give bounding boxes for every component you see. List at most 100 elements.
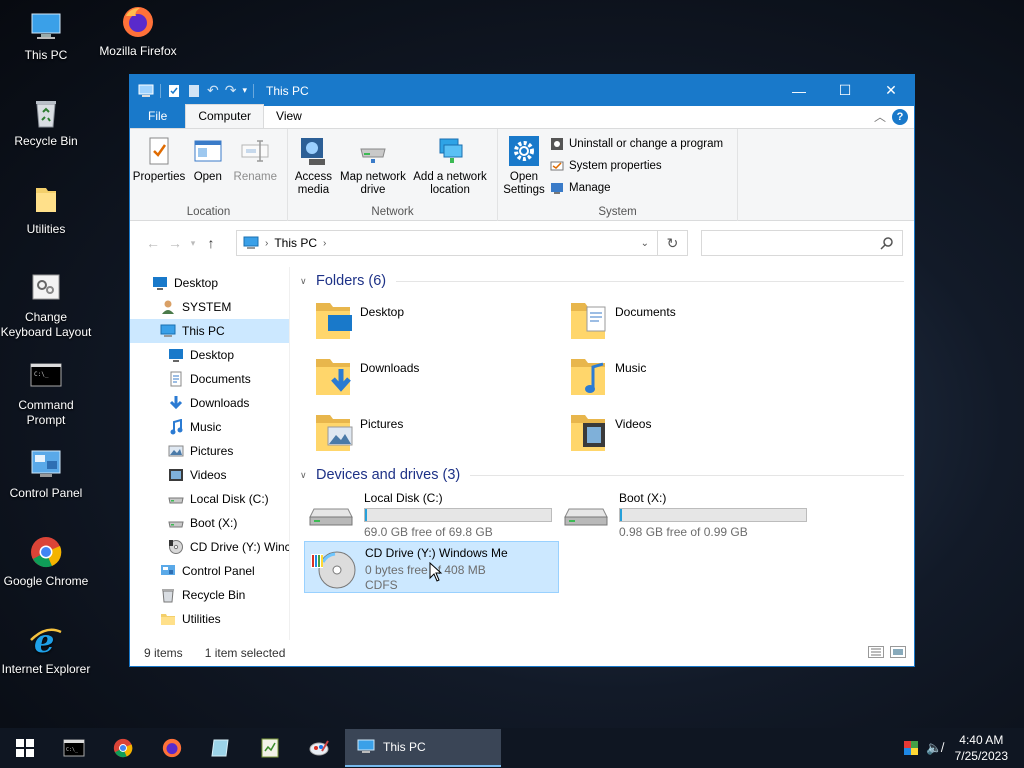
refresh-icon[interactable]: ↻ [658,230,688,256]
taskbar-app-notes[interactable] [196,728,245,768]
folder-label: Desktop [360,305,405,319]
nav-item[interactable]: Utilities [130,607,289,631]
undo-icon[interactable]: ↶ [207,82,219,99]
desktop-icon-label: This PC [24,48,68,62]
start-button[interactable] [0,728,49,768]
large-icons-view-icon[interactable] [890,646,906,658]
this-pc-icon [138,84,154,97]
taskbar-firefox[interactable] [147,728,196,768]
close-button[interactable]: ✕ [868,75,914,106]
volume-muted-icon[interactable]: 🔈̸ [926,740,942,756]
tab-view[interactable]: View [264,105,314,128]
nav-item-label: Boot (X:) [190,516,238,530]
customize-qa-icon[interactable]: ▾ [242,85,247,96]
recent-locations-icon[interactable]: ▾ [186,238,200,249]
uninstall-program-button[interactable]: Uninstall or change a program [550,136,723,152]
nav-item[interactable]: Boot (X:) [130,511,289,535]
nav-item[interactable]: This PC [130,319,289,343]
folder-icon [161,614,175,625]
address-dropdown-icon[interactable]: ⌄ [641,238,649,249]
cmd-icon: C:\_ [63,739,84,757]
desktop-icon-control-panel[interactable]: Control Panel [0,446,92,501]
nav-item[interactable]: Local Disk (C:) [130,487,289,511]
system-properties-button[interactable]: System properties [550,158,723,174]
color-display-icon[interactable] [904,741,919,755]
desktop-icon-cmd[interactable]: C:\_ Command Prompt [0,358,92,428]
tab-computer[interactable]: Computer [185,104,265,128]
address-bar[interactable]: › This PC › ⌄ [236,230,658,256]
taskbar-app-paint[interactable] [294,728,343,768]
drive-grid: Local Disk (C:) 69.0 GB free of 69.8 GB Bo… [300,487,914,593]
drive-item[interactable]: Boot (X:) 0.98 GB free of 0.99 GB [559,487,814,541]
desktop-icon-recycle-bin[interactable]: Recycle Bin [0,94,92,149]
desktop-icon-keyboard-layout[interactable]: Change Keyboard Layout [0,270,92,340]
folders-section-header[interactable]: ∨ Folders (6) [300,269,914,293]
new-folder-quick-icon[interactable] [187,84,201,98]
title-bar[interactable]: ↶ ↷ ▾ This PC — ☐ ✕ [130,75,914,106]
nav-item[interactable]: Downloads [130,391,289,415]
folder-item[interactable]: Pictures [314,405,569,461]
properties-quick-icon[interactable] [167,84,181,98]
drive-free-space: 69.0 GB free of 69.8 GB [364,525,493,539]
videos-icon [169,469,183,481]
breadcrumb-chevron-icon[interactable]: › [323,238,326,249]
desktop-icon-ie[interactable]: e Internet Explorer [0,622,92,677]
collapse-ribbon-icon[interactable]: ︿ [874,108,886,125]
chrome-icon [113,738,132,758]
cd-drive-icon [311,551,356,589]
breadcrumb[interactable]: This PC [274,236,317,250]
nav-item-label: Control Panel [182,564,255,578]
details-view-icon[interactable] [868,646,884,658]
manage-button[interactable]: Manage [550,180,723,196]
nav-item[interactable]: Videos [130,463,289,487]
nav-item[interactable]: Desktop [130,271,289,295]
minimize-button[interactable]: — [776,75,822,106]
content-area: Desktop SYSTEM This PC Desktop Documents Down… [130,267,914,640]
forward-arrow-icon[interactable]: → [164,235,186,251]
desktop-icon-chrome[interactable]: Google Chrome [0,534,92,589]
group-label-network: Network [371,206,414,218]
nav-item[interactable]: Pictures [130,439,289,463]
add-network-location-label: Add a network location [413,171,487,196]
nav-item-label: This PC [182,324,225,338]
drives-section-header[interactable]: ∨ Devices and drives (3) [300,463,914,487]
help-icon[interactable]: ? [892,109,908,125]
nav-item[interactable]: Desktop [130,343,289,367]
search-input[interactable] [701,230,903,256]
clock[interactable]: 4:40 AM 7/25/2023 [955,732,1008,764]
desktop-icon-utilities[interactable]: Utilities [0,182,92,237]
desktop-icon-firefox[interactable]: Mozilla Firefox [92,4,184,59]
nav-item[interactable]: CD Drive (Y:) Winc [130,535,289,559]
folder-item[interactable]: Desktop [314,293,569,349]
folder-item[interactable]: Downloads [314,349,569,405]
taskbar-this-pc[interactable]: This PC [345,729,501,767]
maximize-button[interactable]: ☐ [822,75,868,106]
nav-item[interactable]: Control Panel [130,559,289,583]
ribbon-tabs: File Computer View ︿ ? [130,104,914,129]
desktop-icon-this-pc[interactable]: This PC [0,8,92,63]
tab-file[interactable]: File [130,105,186,128]
taskbar-chrome[interactable] [98,728,147,768]
nav-item[interactable]: Recycle Bin [130,583,289,607]
desktop-icon-label: Utilities [26,222,66,236]
folder-item[interactable]: Videos [569,405,824,461]
rename-icon [241,140,269,162]
up-arrow-icon[interactable]: ↑ [200,235,222,251]
folder-label: Videos [615,417,652,431]
collapse-chevron-icon[interactable]: ∨ [300,276,310,287]
redo-icon[interactable]: ↷ [225,82,237,99]
search-icon [880,237,893,250]
drive-item[interactable]: Local Disk (C:) 69.0 GB free of 69.8 GB [304,487,559,541]
folder-item[interactable]: Music [569,349,824,405]
nav-item[interactable]: Music [130,415,289,439]
taskbar-app-editor[interactable] [245,728,294,768]
nav-item[interactable]: SYSTEM [130,295,289,319]
recycle-bin-icon [36,101,56,128]
recycle-bin-icon [162,589,174,603]
taskbar-cmd[interactable]: C:\_ [49,728,98,768]
back-arrow-icon[interactable]: ← [142,235,164,251]
mouse-cursor-icon [429,562,443,582]
nav-item[interactable]: Documents [130,367,289,391]
collapse-chevron-icon[interactable]: ∨ [300,470,310,481]
folder-item[interactable]: Documents [569,293,824,349]
